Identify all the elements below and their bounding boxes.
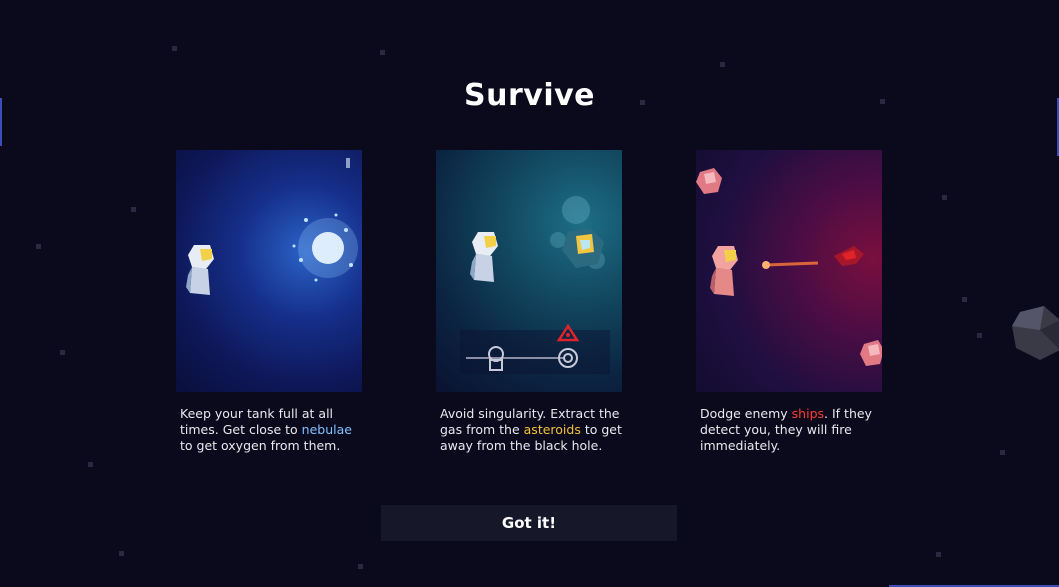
asteroid-icon <box>696 168 722 194</box>
nebula-description: Keep your tank full at all times. Get cl… <box>180 406 352 453</box>
astronaut-icon <box>186 245 214 295</box>
ships-highlight: ships <box>791 406 825 421</box>
laser-projectile-icon <box>762 261 819 269</box>
astronaut-icon <box>710 246 738 296</box>
asteroid-icon <box>1012 306 1059 360</box>
asteroid-description: Avoid singularity. Extract the gas from … <box>440 406 622 453</box>
astronaut-icon <box>470 232 498 282</box>
enemy-ship-icon <box>834 246 864 266</box>
enemy-illustration <box>696 150 882 392</box>
nebula-scene <box>186 158 358 295</box>
asteroid-illustration <box>436 150 622 392</box>
ships-description: Dodge enemy ships. If they detect you, t… <box>700 406 872 453</box>
asteroids-highlight: asteroids <box>523 422 581 437</box>
tutorial-card-ships: Dodge enemy ships. If they detect you, t… <box>696 150 882 454</box>
enemy-scene <box>696 168 882 366</box>
tutorial-card-asteroids: Avoid singularity. Extract the gas from … <box>436 150 622 454</box>
nebula-icon <box>292 213 358 282</box>
asteroid-icon <box>860 340 882 366</box>
asteroid-icon <box>562 228 604 268</box>
tutorial-card-nebula: Keep your tank full at all times. Get cl… <box>176 150 362 454</box>
page-title: Survive <box>464 78 595 114</box>
nebulae-highlight: nebulae <box>301 422 352 437</box>
got-it-button[interactable]: Got it! <box>381 505 677 541</box>
nebula-illustration <box>176 150 362 392</box>
asteroid-scene <box>460 196 610 374</box>
